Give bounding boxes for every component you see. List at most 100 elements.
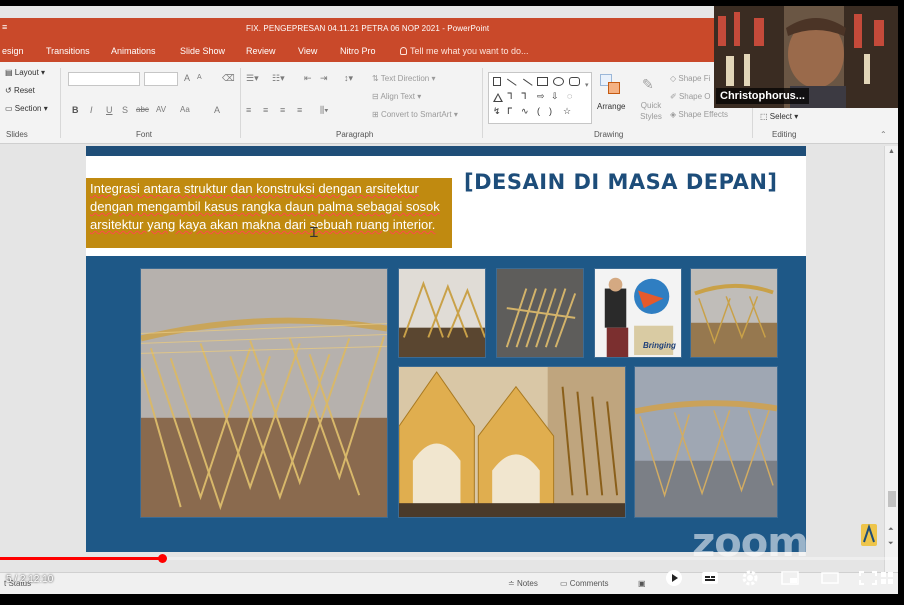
shadow-button[interactable]: S xyxy=(122,105,128,115)
shrink-font-icon[interactable]: A xyxy=(197,74,202,81)
window-title: FIX. PENGEPRESAN 04.11.21 PETRA 06 NOP 2… xyxy=(246,24,490,33)
play-button[interactable] xyxy=(664,569,684,587)
convert-smartart-button[interactable]: ⊞ Convert to SmartArt ▾ xyxy=(372,110,458,119)
bold-button[interactable]: B xyxy=(72,105,79,115)
tab-animations[interactable]: Animations xyxy=(111,46,156,56)
next-slide-icon[interactable]: ⏷ xyxy=(888,540,894,548)
quick-styles-icon: ✎ xyxy=(642,76,654,92)
align-left-icon[interactable]: ≡ xyxy=(246,105,251,115)
photo-poster: Bringing xyxy=(594,268,682,358)
tab-view[interactable]: View xyxy=(298,46,317,56)
layout-button[interactable]: ▤ Layout ▾ xyxy=(5,68,45,77)
tab-review[interactable]: Review xyxy=(246,46,276,56)
theater-mode-button[interactable] xyxy=(820,569,840,587)
editing-group-label: Editing xyxy=(772,130,797,139)
columns-icon[interactable]: ⫼▾ xyxy=(320,105,329,116)
bullets-icon[interactable]: ☰▾ xyxy=(246,73,259,84)
status-bar: t Status ≐ Notes ▭ Comments ▣ xyxy=(0,572,898,594)
numbering-icon[interactable]: ☷▾ xyxy=(272,73,285,84)
decrease-indent-icon[interactable]: ⇤ xyxy=(304,73,312,84)
clear-format-icon[interactable]: ⌫ xyxy=(222,73,235,84)
curve-shape-icon[interactable]: ↯ xyxy=(493,106,501,117)
drawing-group-label: Drawing xyxy=(594,130,624,139)
underline-button[interactable]: U xyxy=(106,105,113,115)
connector-shape-icon[interactable]: ᒣ xyxy=(507,91,513,102)
font-size-combo[interactable] xyxy=(144,72,178,86)
tell-me-search[interactable]: Tell me what you want to do... xyxy=(400,46,529,56)
strikethrough-button[interactable]: abc xyxy=(136,105,149,114)
rectangle-shape-icon[interactable] xyxy=(537,77,548,86)
font-name-combo[interactable] xyxy=(68,72,140,86)
shapes-gallery[interactable]: ᒣ ᒣ ⇨ ⇩ ◌ ↯ ᒥ ∿ ( ) ☆ ▾ xyxy=(488,72,592,124)
text-direction-icon: ⇅ xyxy=(372,74,381,83)
tab-slide-show[interactable]: Slide Show xyxy=(180,46,225,56)
photo-model-1 xyxy=(398,268,486,358)
arrange-icon-front xyxy=(608,82,620,94)
select-button[interactable]: ⬚ Select ▾ xyxy=(760,112,798,121)
arrange-button[interactable]: Arrange xyxy=(597,102,625,111)
lightbulb-icon xyxy=(400,47,407,55)
scrollbar-thumb[interactable] xyxy=(888,491,896,507)
video-scrubber-handle[interactable] xyxy=(158,554,167,563)
tab-transitions[interactable]: Transitions xyxy=(46,46,90,56)
gallery-more-icon[interactable]: ▾ xyxy=(585,81,589,89)
align-right-icon[interactable]: ≡ xyxy=(280,105,285,115)
freeform-shape-icon[interactable]: ᒥ xyxy=(507,106,512,117)
triangle-shape-icon[interactable] xyxy=(493,93,503,102)
scroll-up-icon[interactable]: ▲ xyxy=(888,148,895,155)
tab-nitro-pro[interactable]: Nitro Pro xyxy=(340,46,376,56)
align-center-icon[interactable]: ≡ xyxy=(263,105,268,115)
shape-fill-button[interactable]: ◇ Shape Fi xyxy=(670,74,710,83)
reset-button[interactable]: ↺ Reset xyxy=(5,86,35,95)
slide[interactable]: [DESAIN DI MASA DEPAN] Integrasi antara … xyxy=(86,146,806,552)
quick-access-icon[interactable]: ≡ xyxy=(2,22,7,32)
shape-outline-button[interactable]: ✐ Shape O xyxy=(670,92,711,101)
right-arrow-shape-icon[interactable]: ⇨ xyxy=(537,91,545,102)
slide-intro-textbox[interactable]: Integrasi antara struktur dan konstruksi… xyxy=(86,178,452,248)
collapse-ribbon-icon[interactable]: ⌃ xyxy=(880,130,887,139)
textbox-shape-icon[interactable] xyxy=(493,77,501,86)
italic-button[interactable]: I xyxy=(90,105,93,115)
layout-icon: ▤ xyxy=(5,68,15,77)
grow-font-icon[interactable]: A xyxy=(184,73,190,83)
tab-design[interactable]: esign xyxy=(2,46,24,56)
font-color-button[interactable]: A xyxy=(214,105,220,115)
brace-right-shape-icon[interactable]: ) xyxy=(549,106,552,116)
justify-icon[interactable]: ≡ xyxy=(297,105,302,115)
prev-slide-icon[interactable]: ⏶ xyxy=(888,526,894,534)
increase-indent-icon[interactable]: ⇥ xyxy=(320,73,328,84)
elbow-shape-icon[interactable]: ᒣ xyxy=(521,91,527,102)
shape-effects-button[interactable]: ◈ Shape Effects xyxy=(670,110,728,119)
select-icon: ⬚ xyxy=(760,112,770,121)
star-shape-icon[interactable]: ☆ xyxy=(563,106,571,117)
quick-styles-button[interactable]: Quick Styles xyxy=(636,100,666,122)
oval-shape-icon[interactable] xyxy=(553,77,564,86)
notes-button[interactable]: ≐ Notes xyxy=(508,579,538,588)
settings-gear-icon[interactable] xyxy=(740,569,760,587)
comments-button[interactable]: ▭ Comments xyxy=(560,579,608,588)
callout-shape-icon[interactable]: ◌ xyxy=(567,91,572,101)
section-icon: ▭ xyxy=(5,104,15,113)
down-arrow-shape-icon[interactable]: ⇩ xyxy=(551,91,559,102)
rounded-rect-shape-icon[interactable] xyxy=(569,77,580,86)
char-spacing-button[interactable]: AV xyxy=(156,105,166,114)
subtitles-button[interactable] xyxy=(700,569,720,587)
shape-outline-icon: ✐ xyxy=(670,92,679,101)
brace-left-shape-icon[interactable]: ( xyxy=(537,106,540,116)
change-case-button[interactable]: Aa xyxy=(180,105,190,114)
line-spacing-icon[interactable]: ↕▾ xyxy=(344,73,353,84)
grid-view-icon[interactable] xyxy=(880,569,894,587)
normal-view-icon[interactable]: ▣ xyxy=(638,579,646,588)
scribble-shape-icon[interactable]: ∿ xyxy=(521,106,529,117)
align-text-button[interactable]: ⊟ Align Text ▾ xyxy=(372,92,421,101)
channel-logo-icon[interactable] xyxy=(858,522,880,548)
fullscreen-button[interactable] xyxy=(858,569,878,587)
slide-heading[interactable]: [DESAIN DI MASA DEPAN] xyxy=(464,170,778,194)
text-cursor-icon: Ɪ xyxy=(310,224,318,240)
video-time: 5 / 2:12:10 xyxy=(6,574,54,585)
section-button[interactable]: ▭ Section ▾ xyxy=(5,104,48,113)
paragraph-group-label: Paragraph xyxy=(336,130,374,139)
vertical-scrollbar[interactable]: ▲ ⏶ ⏷ xyxy=(884,146,898,574)
text-direction-button[interactable]: ⇅ Text Direction ▾ xyxy=(372,74,436,83)
miniplayer-button[interactable] xyxy=(780,569,800,587)
